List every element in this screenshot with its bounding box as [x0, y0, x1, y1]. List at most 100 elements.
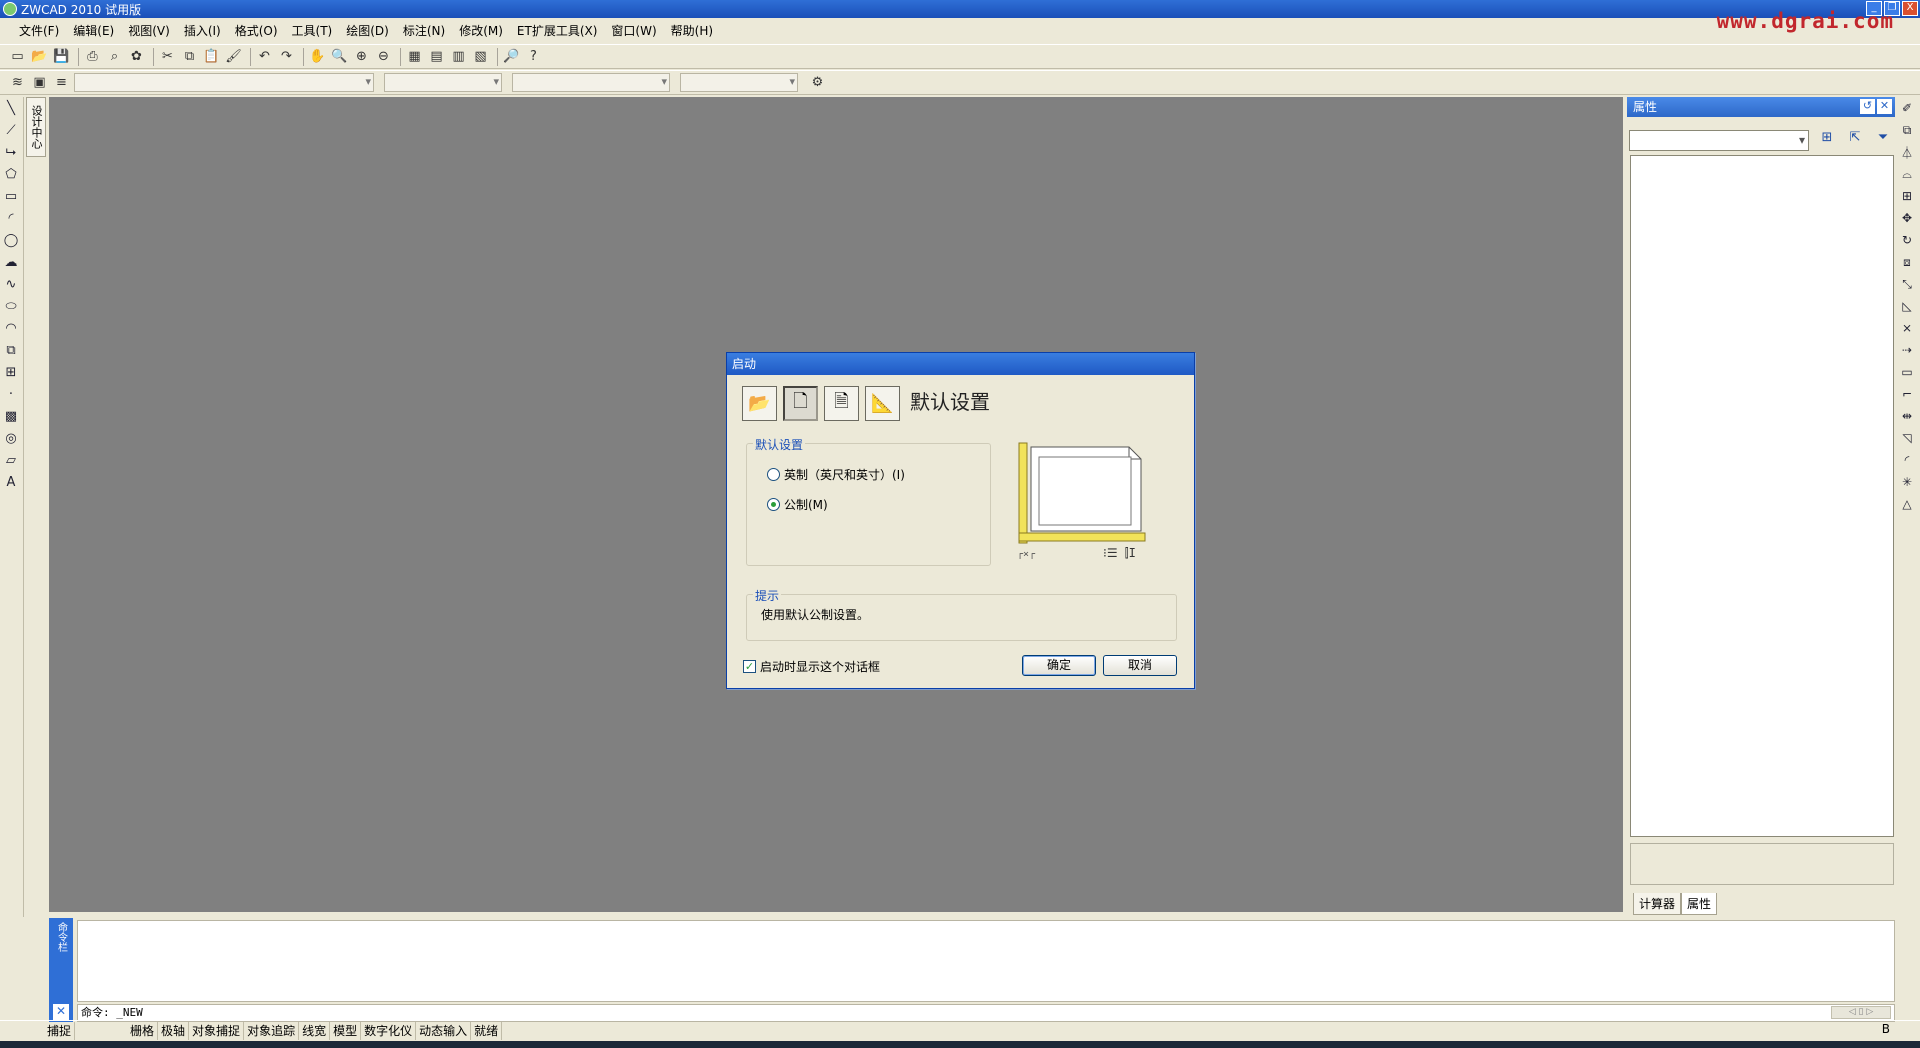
redo-icon[interactable]: ↷: [277, 47, 296, 66]
command-window-handle[interactable]: 命令栏 ✕: [49, 918, 73, 1022]
design-center-tab[interactable]: 设计中心: [26, 97, 46, 157]
break-icon[interactable]: ▭: [1895, 361, 1919, 383]
polyline-icon[interactable]: ⮡: [0, 141, 22, 163]
fillet-icon[interactable]: ◜: [1895, 449, 1919, 471]
ellipse-icon[interactable]: ⬭: [0, 295, 22, 317]
panel-autohide-icon[interactable]: ↺: [1860, 99, 1875, 114]
design-center-icon[interactable]: ▤: [427, 47, 446, 66]
menu-modify[interactable]: 修改(M): [452, 21, 510, 41]
point-icon[interactable]: ·: [0, 383, 22, 405]
break-at-point-icon[interactable]: ⌐: [1895, 383, 1919, 405]
menu-dimension[interactable]: 标注(N): [396, 21, 452, 41]
menu-tools[interactable]: 工具(T): [285, 21, 340, 41]
undo-icon[interactable]: ↶: [255, 47, 274, 66]
arc-icon[interactable]: ◜: [0, 207, 22, 229]
scale-icon[interactable]: ⧈: [1895, 251, 1919, 273]
rotate-icon[interactable]: ↻: [1895, 229, 1919, 251]
hatch-icon[interactable]: ▩: [0, 405, 22, 427]
menu-help[interactable]: 帮助(H): [664, 21, 720, 41]
polygon-icon[interactable]: ⬠: [0, 163, 22, 185]
print-preview-icon[interactable]: ⌕: [105, 47, 124, 66]
menu-draw[interactable]: 绘图(D): [339, 21, 396, 41]
status-model[interactable]: 模型: [330, 1021, 362, 1040]
draworder-icon[interactable]: △: [1895, 493, 1919, 515]
linetype-combo[interactable]: [512, 73, 670, 92]
command-scrollbar[interactable]: ◁ ▯ ▷: [1831, 1006, 1891, 1019]
save-icon[interactable]: 💾: [52, 47, 71, 66]
move-icon[interactable]: ✥: [1895, 207, 1919, 229]
multiline-text-icon[interactable]: A: [0, 471, 22, 493]
mirror-icon[interactable]: ⏃: [1895, 141, 1919, 163]
spline-icon[interactable]: ∿: [0, 273, 22, 295]
erase-icon[interactable]: ✐: [1895, 97, 1919, 119]
properties-icon[interactable]: ▦: [405, 47, 424, 66]
print-icon[interactable]: ⎙: [83, 47, 102, 66]
layer-state-icon[interactable]: ▣: [30, 73, 49, 92]
metric-radio[interactable]: [767, 498, 780, 511]
lengthen-icon[interactable]: ◺: [1895, 295, 1919, 317]
panel-close-icon[interactable]: ✕: [1877, 99, 1892, 114]
line-icon[interactable]: ╲: [0, 97, 22, 119]
open-drawing-icon[interactable]: 📂: [742, 386, 777, 421]
close-button[interactable]: X: [1902, 1, 1918, 16]
zwcad-app-icon[interactable]: [3, 2, 17, 16]
use-wizard-icon[interactable]: 📐: [865, 386, 900, 421]
construction-line-icon[interactable]: ⟋: [0, 119, 22, 141]
menu-et-tools[interactable]: ET扩展工具(X): [510, 21, 605, 41]
zoom-window-icon[interactable]: ⊕: [352, 47, 371, 66]
menu-view[interactable]: 视图(V): [121, 21, 177, 41]
quick-select-icon[interactable]: ⏷: [1873, 130, 1893, 150]
chamfer-icon[interactable]: ◹: [1895, 427, 1919, 449]
find-icon[interactable]: 🔎: [502, 47, 521, 66]
status-grid[interactable]: 栅格: [127, 1021, 159, 1040]
tool-palettes-icon[interactable]: ▥: [449, 47, 468, 66]
properties-list[interactable]: [1630, 155, 1894, 837]
select-objects-icon[interactable]: ⇱: [1845, 130, 1865, 150]
menu-format[interactable]: 格式(O): [228, 21, 285, 41]
revision-cloud-icon[interactable]: ☁: [0, 251, 22, 273]
circle-icon[interactable]: ◯: [0, 229, 22, 251]
insert-block-icon[interactable]: ⧉: [0, 339, 22, 361]
layer-manager-icon[interactable]: ≋: [8, 73, 27, 92]
metric-option[interactable]: 公制(M): [767, 496, 828, 513]
rectangle-icon[interactable]: ▭: [0, 185, 22, 207]
plot-style-icon[interactable]: ⚙: [808, 73, 827, 92]
status-lineweight[interactable]: 线宽: [299, 1021, 331, 1040]
imperial-radio[interactable]: [767, 468, 780, 481]
table-icon[interactable]: ⏥: [0, 449, 22, 471]
menu-window[interactable]: 窗口(W): [604, 21, 663, 41]
cut-icon[interactable]: ✂: [158, 47, 177, 66]
array-icon[interactable]: ⊞: [1895, 185, 1919, 207]
extend-icon[interactable]: ⇢: [1895, 339, 1919, 361]
show-on-startup-option[interactable]: ✓ 启动时显示这个对话框: [743, 658, 880, 675]
lineweight-combo[interactable]: [680, 73, 798, 92]
status-snap[interactable]: 捕捉: [44, 1021, 76, 1040]
layer-combo[interactable]: [74, 73, 374, 92]
start-from-scratch-icon[interactable]: 🗋: [783, 386, 818, 421]
use-template-icon[interactable]: 🗎: [824, 386, 859, 421]
menu-insert[interactable]: 插入(I): [177, 21, 228, 41]
status-otrack[interactable]: 对象追踪: [244, 1021, 300, 1040]
command-close-icon[interactable]: ✕: [53, 1004, 69, 1020]
status-osnap[interactable]: 对象捕捉: [189, 1021, 245, 1040]
zoom-realtime-icon[interactable]: 🔍: [330, 47, 349, 66]
object-type-select[interactable]: [1629, 130, 1809, 151]
ellipse-arc-icon[interactable]: ◠: [0, 317, 22, 339]
layer-previous-icon[interactable]: ≡: [52, 73, 71, 92]
copy-object-icon[interactable]: ⧉: [1895, 119, 1919, 141]
pan-icon[interactable]: ✋: [308, 47, 327, 66]
status-dynamic-input[interactable]: 动态输入: [416, 1021, 472, 1040]
explode-icon[interactable]: ✳: [1895, 471, 1919, 493]
toggle-pickadd-icon[interactable]: ⊞: [1817, 130, 1837, 150]
status-digitizer[interactable]: 数字化仪: [361, 1021, 417, 1040]
copy-icon[interactable]: ⧉: [180, 47, 199, 66]
show-on-startup-checkbox[interactable]: ✓: [743, 660, 756, 673]
menu-file[interactable]: 文件(F): [12, 21, 66, 41]
help-icon[interactable]: ?: [524, 47, 543, 66]
ok-button[interactable]: 确定: [1022, 655, 1096, 676]
paste-icon[interactable]: 📋: [202, 47, 221, 66]
publish-icon[interactable]: ✿: [127, 47, 146, 66]
join-icon[interactable]: ⇹: [1895, 405, 1919, 427]
new-icon[interactable]: ▭: [8, 47, 27, 66]
stretch-icon[interactable]: ⤡: [1895, 273, 1919, 295]
